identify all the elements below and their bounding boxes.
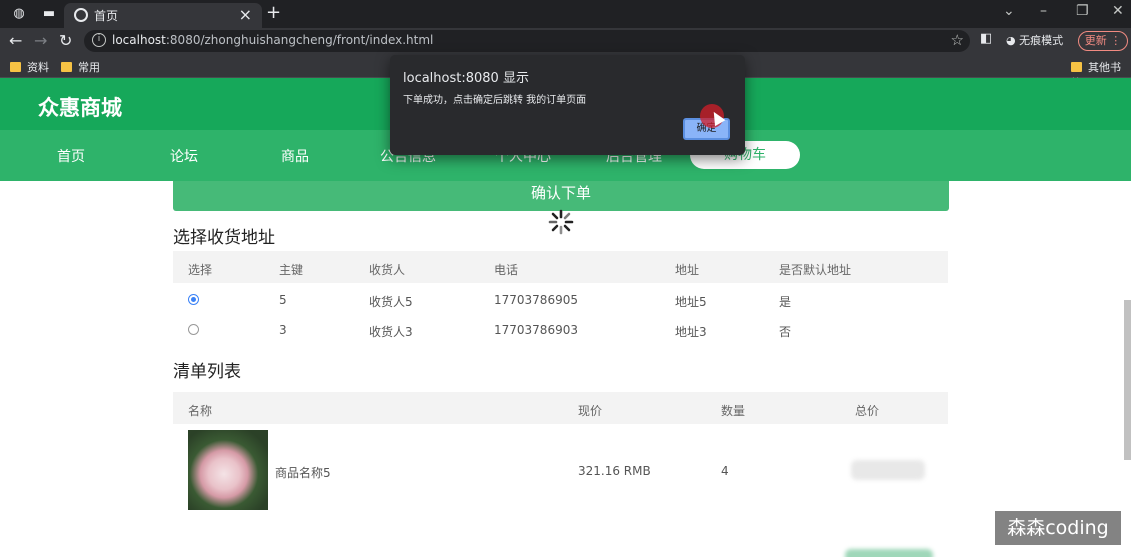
cell-address: 地址3 bbox=[675, 325, 707, 339]
cell-receiver: 收货人5 bbox=[369, 295, 413, 309]
cell-qty: 4 bbox=[721, 464, 729, 478]
cell-phone: 17703786903 bbox=[494, 323, 578, 337]
alert-message: 下单成功，点击确定后跳转 我的订单页面 bbox=[403, 95, 587, 106]
product-image[interactable] bbox=[188, 430, 268, 510]
folder-icon bbox=[61, 62, 72, 72]
back-icon[interactable]: ← bbox=[9, 31, 22, 50]
col-id: 主键 bbox=[279, 263, 304, 277]
alert-dialog: localhost:8080 显示 下单成功，点击确定后跳转 我的订单页面 确定 bbox=[390, 55, 745, 155]
cell-product-name: 商品名称5 bbox=[275, 466, 331, 480]
tab-title: 首页 bbox=[94, 9, 119, 23]
globe-icon bbox=[74, 8, 88, 22]
address-radio[interactable] bbox=[188, 294, 199, 305]
folder-icon bbox=[10, 62, 21, 72]
address-table-header: 选择 主键 收货人 电话 地址 是否默认地址 bbox=[173, 251, 948, 283]
browser-toolbar: ← → ↻ i localhost:8080/zhonghuishangchen… bbox=[0, 28, 1131, 54]
cell-address: 地址5 bbox=[675, 295, 707, 309]
items-table-header: 名称 现价 数量 总价 bbox=[173, 392, 948, 424]
page-scrollbar[interactable] bbox=[1124, 300, 1131, 460]
alert-title: localhost:8080 显示 bbox=[403, 71, 529, 86]
col-default: 是否默认地址 bbox=[779, 263, 852, 277]
close-window-icon[interactable]: ✕ bbox=[1112, 3, 1124, 19]
cell-receiver: 收货人3 bbox=[369, 325, 413, 339]
reload-icon[interactable]: ↻ bbox=[59, 31, 72, 50]
checkout-content: 确认下单 选择收货地址 选择 主键 收货人 电话 地址 是否默认地址 5 收货人… bbox=[0, 181, 1131, 557]
watermark: 森森coding bbox=[995, 511, 1121, 545]
incognito-indicator[interactable]: ◕ 无痕模式 bbox=[1006, 32, 1063, 48]
tab-search-icon[interactable]: ◍ bbox=[10, 5, 28, 23]
cell-default: 否 bbox=[779, 325, 792, 339]
nav-products[interactable]: 商品 bbox=[281, 146, 309, 166]
browser-tab[interactable]: 首页 × bbox=[64, 3, 262, 28]
address-radio[interactable] bbox=[188, 324, 199, 335]
col-phone: 电话 bbox=[494, 263, 519, 277]
address-section-title: 选择收货地址 bbox=[173, 228, 275, 248]
order-items-table: 名称 现价 数量 总价 商品名称5 321.16 RMB 4 bbox=[173, 392, 948, 522]
close-tab-icon[interactable]: × bbox=[239, 5, 252, 24]
col-total: 总价 bbox=[855, 404, 880, 418]
restore-icon[interactable]: ❐ bbox=[1076, 3, 1089, 19]
address-table: 选择 主键 收货人 电话 地址 是否默认地址 5 收货人5 1770378690… bbox=[173, 251, 948, 346]
col-select: 选择 bbox=[188, 263, 213, 277]
col-receiver: 收货人 bbox=[369, 263, 406, 277]
bookmark-folder-1[interactable]: 资料 bbox=[10, 59, 49, 75]
nav-forum[interactable]: 论坛 bbox=[170, 146, 198, 166]
cell-id: 3 bbox=[279, 323, 287, 337]
nav-home[interactable]: 首页 bbox=[57, 146, 85, 166]
cell-phone: 17703786905 bbox=[494, 293, 578, 307]
forward-icon[interactable]: → bbox=[34, 31, 47, 50]
loading-spinner-icon bbox=[548, 209, 574, 235]
side-panel-icon[interactable]: ◧ bbox=[980, 31, 992, 46]
cell-id: 5 bbox=[279, 293, 287, 307]
folder-icon bbox=[1071, 62, 1082, 72]
col-price: 现价 bbox=[578, 404, 603, 418]
update-button[interactable]: 更新 ⋮ bbox=[1078, 31, 1128, 51]
site-logo[interactable]: 众惠商城 bbox=[38, 92, 122, 122]
minimize-icon[interactable]: – bbox=[1040, 3, 1047, 19]
url-text: localhost:8080/zhonghuishangcheng/front/… bbox=[112, 33, 434, 47]
browser-tab-bar: ◍ ▬ 首页 × + ⌄ – ❐ ✕ bbox=[0, 0, 1131, 28]
cell-price: 321.16 RMB bbox=[578, 464, 651, 478]
address-bar[interactable]: i localhost:8080/zhonghuishangcheng/fron… bbox=[84, 30, 970, 52]
confirm-order-button[interactable]: 确认下单 bbox=[173, 181, 949, 211]
list-section-title: 清单列表 bbox=[173, 362, 241, 382]
window-menu-icon[interactable]: ▬ bbox=[40, 5, 58, 23]
submit-button-blurred[interactable] bbox=[845, 549, 933, 557]
info-icon[interactable]: i bbox=[92, 33, 106, 47]
col-address: 地址 bbox=[675, 263, 700, 277]
cell-default: 是 bbox=[779, 295, 792, 309]
new-tab-icon[interactable]: + bbox=[266, 2, 281, 23]
total-blurred bbox=[851, 460, 925, 480]
tab-list-icon[interactable]: ⌄ bbox=[1003, 3, 1015, 19]
col-qty: 数量 bbox=[721, 404, 746, 418]
col-name: 名称 bbox=[188, 404, 213, 418]
bookmark-star-icon[interactable]: ☆ bbox=[951, 31, 964, 49]
bookmark-folder-2[interactable]: 常用 bbox=[61, 59, 100, 75]
